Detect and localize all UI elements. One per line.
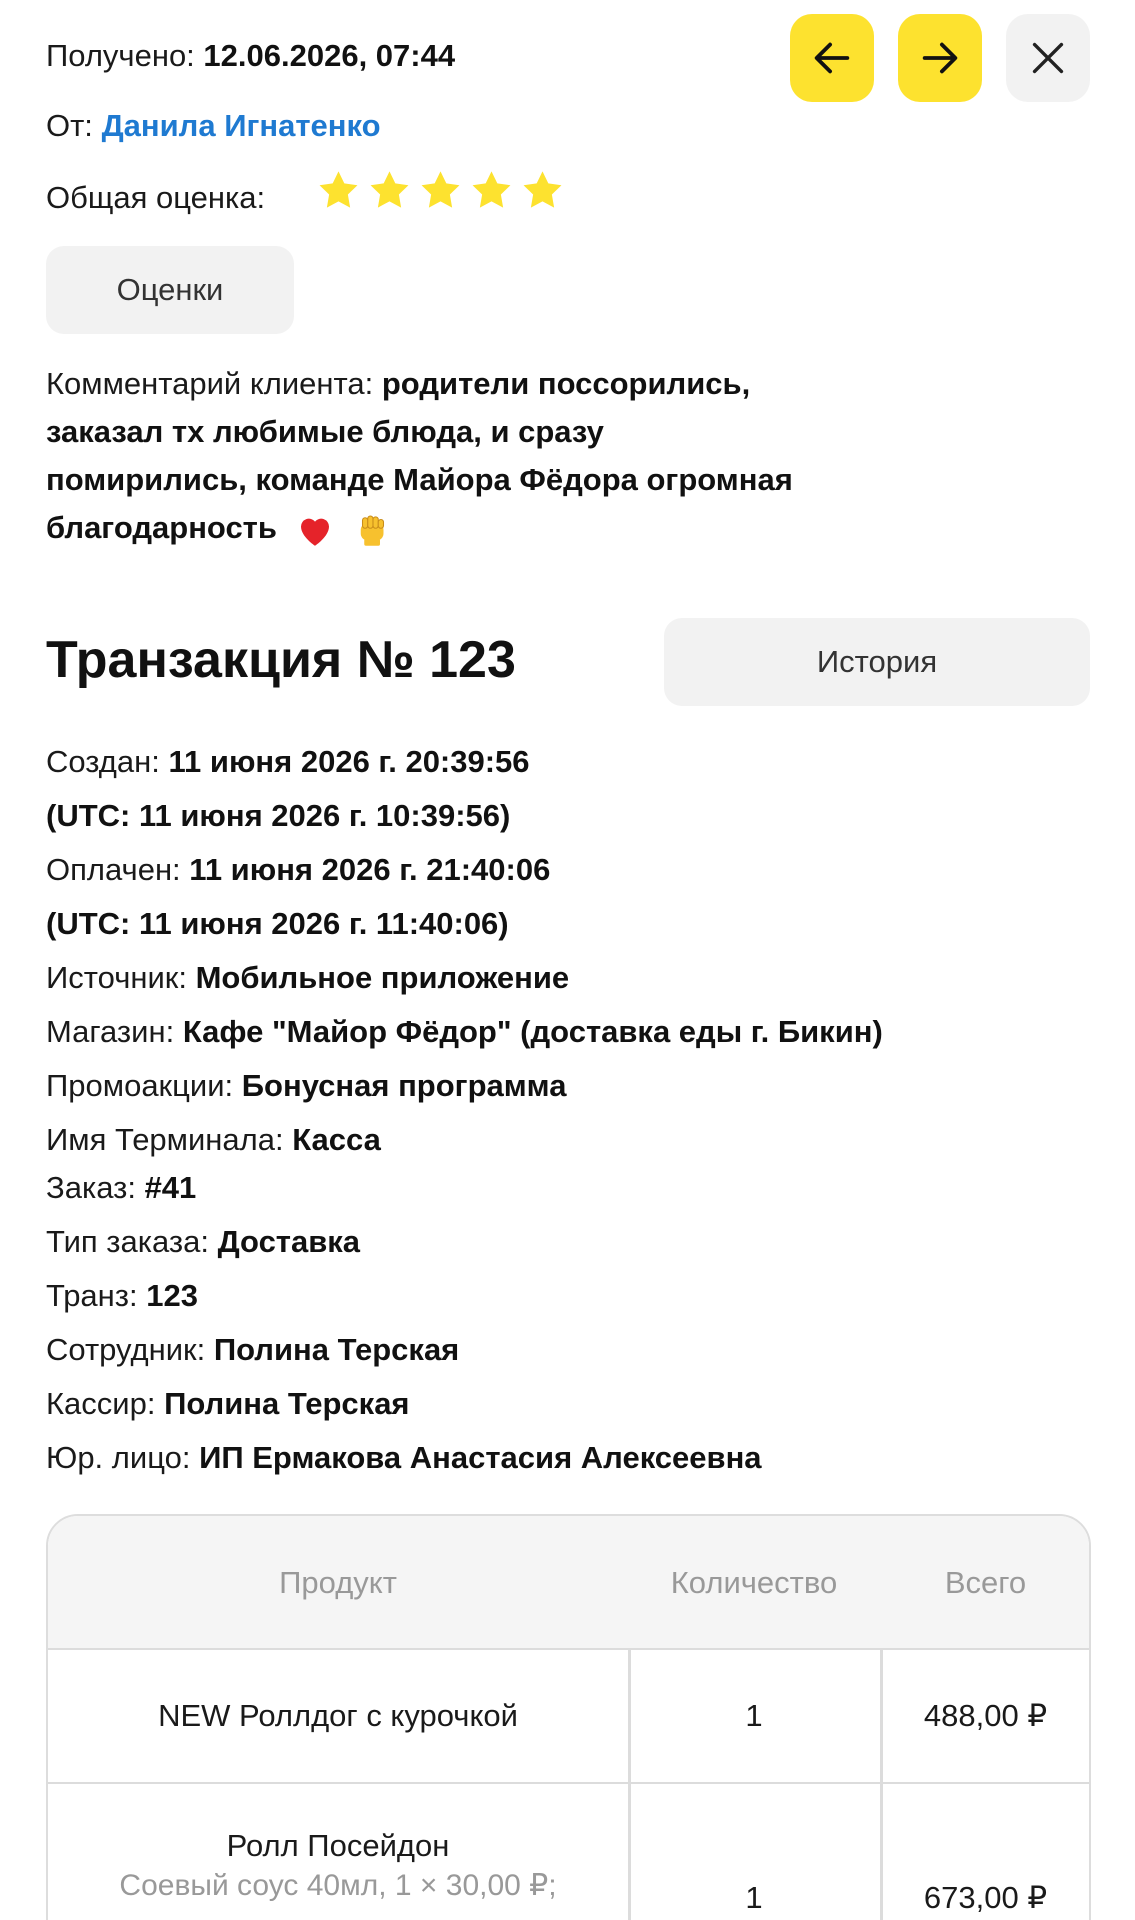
detail-value: 11 июня 2026 г. 20:39:56: [168, 744, 530, 779]
column-header-total: Всего: [944, 1565, 1027, 1600]
detail-label: Сотрудник:: [46, 1332, 206, 1367]
close-button[interactable]: [1006, 14, 1090, 102]
product-name: NEW Роллдог с курочкой: [158, 1698, 518, 1733]
detail-value: #41: [144, 1170, 197, 1205]
detail-value: Касса: [292, 1122, 381, 1157]
detail-value: 123: [146, 1278, 198, 1313]
detail-row-promo: Промоакции: Бонусная программа: [46, 1066, 566, 1106]
arrow-right-icon: [922, 42, 958, 74]
detail-label: Создан:: [46, 744, 160, 779]
detail-row-paid-utc: (UTC: 11 июня 2026 г. 11:40:06): [46, 904, 509, 944]
previous-button[interactable]: [790, 14, 874, 102]
quantity-value: 1: [745, 1880, 763, 1915]
detail-value: Мобильное приложение: [195, 960, 570, 995]
column-divider: [880, 1650, 883, 1920]
detail-value: Кафе "Майор Фёдор" (доставка еды г. Бики…: [182, 1014, 883, 1049]
detail-row-created: Создан: 11 июня 2026 г. 20:39:56: [46, 742, 530, 782]
column-divider: [628, 1650, 631, 1920]
column-header-quantity: Количество: [670, 1565, 838, 1600]
received-label: Получено:: [46, 38, 195, 73]
detail-label: Транз:: [46, 1278, 138, 1313]
quantity-cell: 1: [628, 1650, 880, 1782]
star-icon: [421, 171, 460, 208]
product-cell: NEW Роллдог с курочкой: [48, 1650, 628, 1782]
product-cell: Ролл Посейдон Соевый соус 40мл, 1 × 30,0…: [48, 1784, 628, 1920]
received-value: 12.06.2026, 07:44: [203, 38, 456, 73]
product-modifier: Соевый соус 40мл, 1 × 30,00 ₽;: [119, 1869, 557, 1902]
rating-line: Общая оценка:: [46, 178, 265, 218]
next-button[interactable]: [898, 14, 982, 102]
customer-comment: Комментарий клиента: родители поссорилис…: [46, 360, 806, 552]
column-header-product: Продукт: [279, 1565, 397, 1600]
heart-emoji-icon: [300, 518, 329, 546]
detail-value: ИП Ермакова Анастасия Алексеевна: [199, 1440, 762, 1475]
detail-label: Имя Терминала:: [46, 1122, 284, 1157]
detail-row-employee: Сотрудник: Полина Терская: [46, 1330, 459, 1370]
total-cell: 673,00 ₽: [880, 1784, 1089, 1920]
detail-row-created-utc: (UTC: 11 июня 2026 г. 10:39:56): [46, 796, 510, 836]
detail-row-store: Магазин: Кафе "Майор Фёдор" (доставка ед…: [46, 1012, 883, 1052]
table-header: Продукт Количество Всего: [48, 1516, 1089, 1650]
received-line: Получено: 12.06.2026, 07:44: [46, 36, 455, 76]
detail-value: Полина Терская: [213, 1332, 460, 1367]
detail-row-legal-entity: Юр. лицо: ИП Ермакова Анастасия Алексеев…: [46, 1438, 762, 1478]
star-icon: [370, 171, 409, 208]
detail-label: Магазин:: [46, 1014, 175, 1049]
table-row: NEW Роллдог с курочкой 1 488,00 ₽: [48, 1650, 1089, 1784]
close-icon: [1032, 42, 1064, 74]
detail-value: Доставка: [217, 1224, 361, 1259]
detail-value: (UTC: 11 июня 2026 г. 11:40:06): [46, 906, 509, 941]
transaction-title: Транзакция № 123: [46, 631, 516, 689]
detail-value: Бонусная программа: [241, 1068, 567, 1103]
detail-label: Источник:: [46, 960, 187, 995]
ratings-button[interactable]: Оценки: [46, 246, 294, 334]
total-value: 673,00 ₽: [923, 1880, 1048, 1915]
detail-value: Полина Терская: [164, 1386, 410, 1421]
products-table: Продукт Количество Всего NEW Роллдог с к…: [46, 1514, 1091, 1920]
from-line: От: Данила Игнатенко: [46, 106, 381, 146]
star-icon: [523, 171, 562, 208]
arrow-left-icon: [814, 42, 850, 74]
from-label: От:: [46, 108, 93, 143]
customer-name-link[interactable]: Данила Игнатенко: [102, 108, 381, 143]
product-name: Ролл Посейдон: [226, 1828, 450, 1863]
detail-row-order: Заказ: #41: [46, 1168, 196, 1208]
detail-value: (UTC: 11 июня 2026 г. 10:39:56): [46, 798, 511, 833]
detail-label: Юр. лицо:: [46, 1440, 191, 1475]
overall-rating-stars: [316, 168, 565, 213]
history-button-label: История: [816, 644, 938, 679]
detail-label: Оплачен:: [46, 852, 181, 887]
detail-value: 11 июня 2026 г. 21:40:06: [189, 852, 551, 887]
table-row: Ролл Посейдон Соевый соус 40мл, 1 × 30,0…: [48, 1784, 1089, 1920]
star-icon: [319, 171, 358, 208]
total-cell: 488,00 ₽: [880, 1650, 1089, 1782]
star-icon: [472, 171, 511, 208]
detail-label: Кассир:: [46, 1386, 156, 1421]
detail-row-terminal: Имя Терминала: Касса: [46, 1120, 381, 1160]
fist-emoji-icon: [360, 515, 385, 546]
history-button[interactable]: История: [664, 618, 1090, 706]
rating-label: Общая оценка:: [46, 180, 266, 215]
detail-label: Тип заказа:: [46, 1224, 209, 1259]
review-detail-screen: Получено: 12.06.2026, 07:44 От: Данила И…: [0, 0, 1135, 1920]
detail-row-paid: Оплачен: 11 июня 2026 г. 21:40:06: [46, 850, 550, 890]
detail-row-cashier: Кассир: Полина Терская: [46, 1384, 410, 1424]
detail-row-trans: Транз: 123: [46, 1276, 198, 1316]
detail-row-source: Источник: Мобильное приложение: [46, 958, 569, 998]
quantity-value: 1: [745, 1698, 763, 1733]
detail-label: Промоакции:: [46, 1068, 234, 1103]
quantity-cell: 1: [628, 1784, 880, 1920]
comment-label: Комментарий клиента:: [46, 366, 374, 401]
detail-row-order-type: Тип заказа: Доставка: [46, 1222, 360, 1262]
detail-label: Заказ:: [46, 1170, 136, 1205]
total-value: 488,00 ₽: [923, 1698, 1048, 1733]
ratings-button-label: Оценки: [116, 272, 224, 307]
